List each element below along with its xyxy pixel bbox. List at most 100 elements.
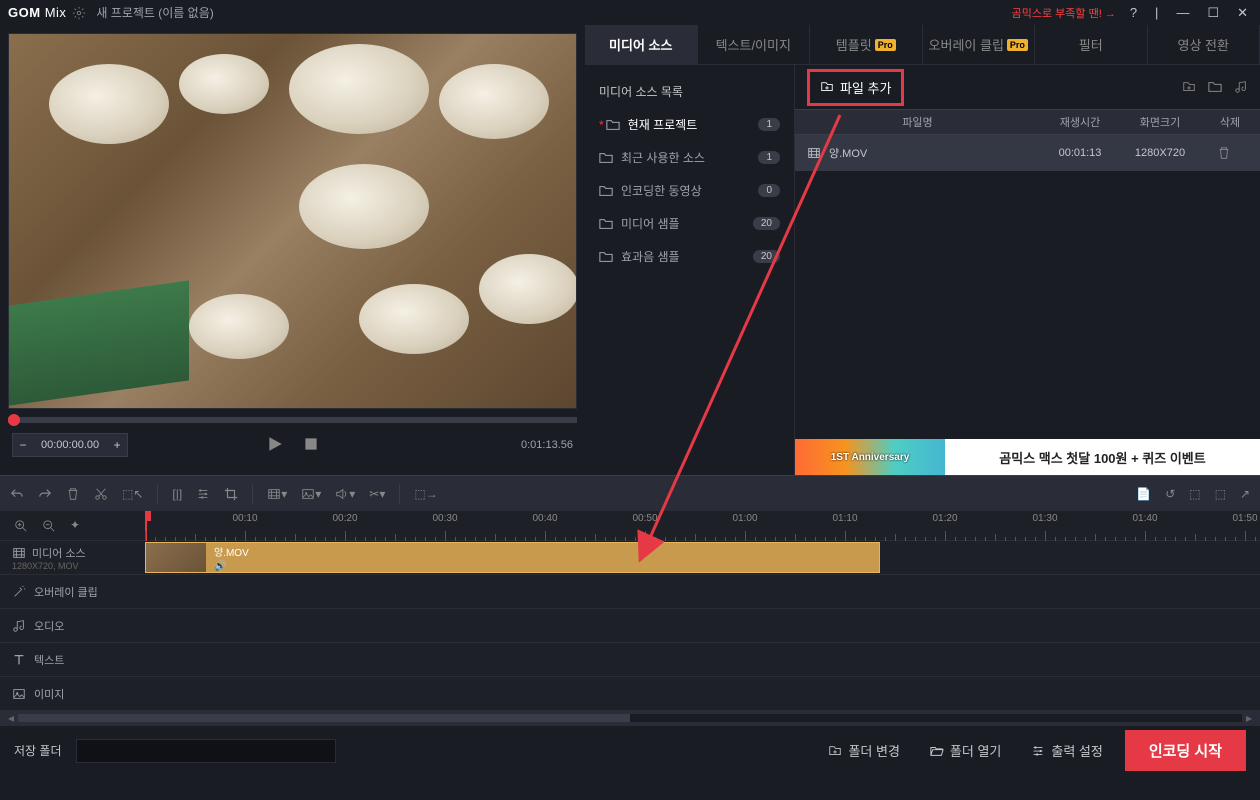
- titlebar: GOM Mix 새 프로젝트 (이름 없음) 곰믹스로 부족할 땐! → ? |…: [0, 0, 1260, 25]
- track-overlay[interactable]: [145, 575, 1260, 609]
- encode-button[interactable]: 인코딩 시작: [1125, 730, 1246, 771]
- media-category[interactable]: 미디어 샘플20: [585, 207, 794, 240]
- image-tool[interactable]: ▾: [301, 487, 321, 501]
- image-icon: [12, 687, 26, 701]
- track-text[interactable]: [145, 643, 1260, 677]
- clip-audio-icon: 🔊: [214, 561, 249, 572]
- seek-thumb[interactable]: [8, 414, 20, 426]
- track-label-text: 텍스트: [0, 643, 145, 677]
- right-tool-5[interactable]: ↗: [1240, 487, 1250, 501]
- crop-button[interactable]: [224, 487, 238, 501]
- wand-icon: [12, 585, 26, 599]
- settings-gear-icon[interactable]: [72, 5, 86, 20]
- app-logo: GOM Mix: [8, 5, 66, 20]
- track-label-overlay: 오버레이 클립: [0, 575, 145, 609]
- track-audio[interactable]: [145, 609, 1260, 643]
- time-minus-button[interactable]: −: [13, 434, 33, 456]
- right-tool-4[interactable]: ⬚: [1215, 487, 1226, 501]
- text-icon: [12, 653, 26, 667]
- divider: |: [1151, 5, 1162, 20]
- timeline-scroll-thumb[interactable]: [18, 714, 630, 722]
- zoom-fit-button[interactable]: ✦: [70, 518, 80, 532]
- promo-link[interactable]: 곰믹스로 부족할 땐! →: [1012, 5, 1116, 21]
- adjust-button[interactable]: [196, 487, 210, 501]
- undo-button[interactable]: [10, 487, 24, 501]
- time-plus-button[interactable]: +: [107, 434, 127, 456]
- save-folder-path[interactable]: [76, 739, 336, 763]
- delete-button[interactable]: [66, 487, 80, 501]
- open-folder-button[interactable]: 폴더 열기: [922, 737, 1009, 764]
- toolbar-icon-3[interactable]: [1234, 80, 1248, 95]
- track-image[interactable]: [145, 677, 1260, 711]
- timeline-ruler[interactable]: 00:1000:2000:3000:4000:5001:0001:1001:20…: [145, 511, 1260, 541]
- clip-name: 양.MOV: [214, 544, 249, 559]
- track-label-image: 이미지: [0, 677, 145, 711]
- zoom-out-button[interactable]: [42, 518, 56, 533]
- tab-filter[interactable]: 필터: [1035, 25, 1148, 64]
- toolbar-icon-1[interactable]: [1182, 80, 1196, 95]
- promo-banner[interactable]: 1ST Anniversary 곰믹스 맥스 첫달 100원 + 퀴즈 이벤트: [795, 439, 1260, 475]
- tab-template[interactable]: 템플릿Pro: [810, 25, 923, 64]
- save-folder-label: 저장 폴더: [14, 742, 62, 759]
- timeline-toolbar: ⬚↖ [|] ▾ ▾ ▾ ✂▾ ⬚→ 📄 ↺ ⬚ ⬚ ↗: [0, 475, 1260, 511]
- overlay-tool[interactable]: ⬚→: [414, 487, 437, 501]
- file-row[interactable]: 양.MOV00:01:131280X720: [795, 135, 1260, 171]
- project-title: 새 프로젝트 (이름 없음): [96, 4, 213, 21]
- add-file-icon: [820, 80, 834, 94]
- split-button[interactable]: [|]: [172, 487, 182, 501]
- duration-label: 0:01:13.56: [521, 439, 573, 451]
- note-icon: [12, 619, 26, 633]
- right-tool-2[interactable]: ↺: [1165, 487, 1175, 501]
- stop-button[interactable]: [302, 435, 320, 456]
- media-category[interactable]: 인코딩한 동영상0: [585, 174, 794, 207]
- tab-transition[interactable]: 영상 전환: [1148, 25, 1260, 64]
- tab-overlay[interactable]: 오버레이 클립Pro: [923, 25, 1036, 64]
- file-list-header: 파일명 재생시간 화면크기 삭제: [795, 109, 1260, 135]
- pro-badge: Pro: [875, 39, 896, 51]
- media-sidebar: 미디어 소스 목록 *현재 프로젝트1최근 사용한 소스1인코딩한 동영상0미디…: [585, 65, 795, 475]
- toolbar-icon-2[interactable]: [1208, 80, 1222, 95]
- folder-open-icon: [930, 744, 944, 758]
- tab-text-image[interactable]: 텍스트/이미지: [698, 25, 811, 64]
- tab-media[interactable]: 미디어 소스: [585, 25, 698, 64]
- clip-thumbnail: [146, 543, 206, 572]
- minimize-button[interactable]: —: [1172, 5, 1193, 20]
- play-button[interactable]: [266, 435, 284, 456]
- maximize-button[interactable]: ☐: [1203, 5, 1223, 21]
- preview-seek-bar[interactable]: [8, 417, 577, 423]
- right-tool-3[interactable]: ⬚: [1189, 487, 1200, 501]
- media-category[interactable]: *현재 프로젝트1: [585, 108, 794, 141]
- film-icon: [12, 546, 26, 560]
- media-sidebar-title: 미디어 소스 목록: [585, 75, 794, 108]
- change-folder-button[interactable]: 폴더 변경: [820, 737, 907, 764]
- preview-panel: − 00:00:00.00 + 0:01:13.56: [0, 25, 585, 475]
- audio-tool[interactable]: ▾: [335, 487, 355, 501]
- trim-tool[interactable]: ✂▾: [369, 487, 385, 501]
- timeline-scrollbar[interactable]: ◂ ▸: [0, 711, 1260, 725]
- cut-button[interactable]: [94, 487, 108, 501]
- zoom-in-button[interactable]: [14, 518, 28, 533]
- add-file-button[interactable]: 파일 추가: [807, 69, 904, 106]
- track-label-media: 미디어 소스 1280X720, MOV: [0, 541, 145, 575]
- media-category[interactable]: 효과음 샘플20: [585, 240, 794, 273]
- right-tool-1[interactable]: 📄: [1136, 487, 1151, 501]
- folder-change-icon: [828, 744, 842, 758]
- redo-button[interactable]: [38, 487, 52, 501]
- output-settings-button[interactable]: 출력 설정: [1023, 737, 1110, 764]
- banner-image: 1ST Anniversary: [795, 439, 945, 475]
- preview-video[interactable]: [8, 33, 577, 409]
- track-media[interactable]: 양.MOV 🔊: [145, 541, 1260, 575]
- file-delete-button[interactable]: [1200, 146, 1248, 160]
- film-icon: [807, 146, 821, 160]
- select-button[interactable]: ⬚↖: [122, 487, 143, 501]
- timeline: ✦ 00:1000:2000:3000:4000:5001:0001:1001:…: [0, 511, 1260, 725]
- current-time: 00:00:00.00: [33, 439, 107, 451]
- video-tool[interactable]: ▾: [267, 487, 287, 501]
- close-button[interactable]: ✕: [1233, 5, 1252, 21]
- help-button[interactable]: ?: [1126, 5, 1141, 20]
- timeline-clip[interactable]: 양.MOV 🔊: [145, 542, 880, 573]
- time-input: − 00:00:00.00 +: [12, 433, 128, 457]
- banner-text: 곰믹스 맥스 첫달 100원 + 퀴즈 이벤트: [945, 448, 1260, 467]
- pro-badge: Pro: [1007, 39, 1028, 51]
- media-category[interactable]: 최근 사용한 소스1: [585, 141, 794, 174]
